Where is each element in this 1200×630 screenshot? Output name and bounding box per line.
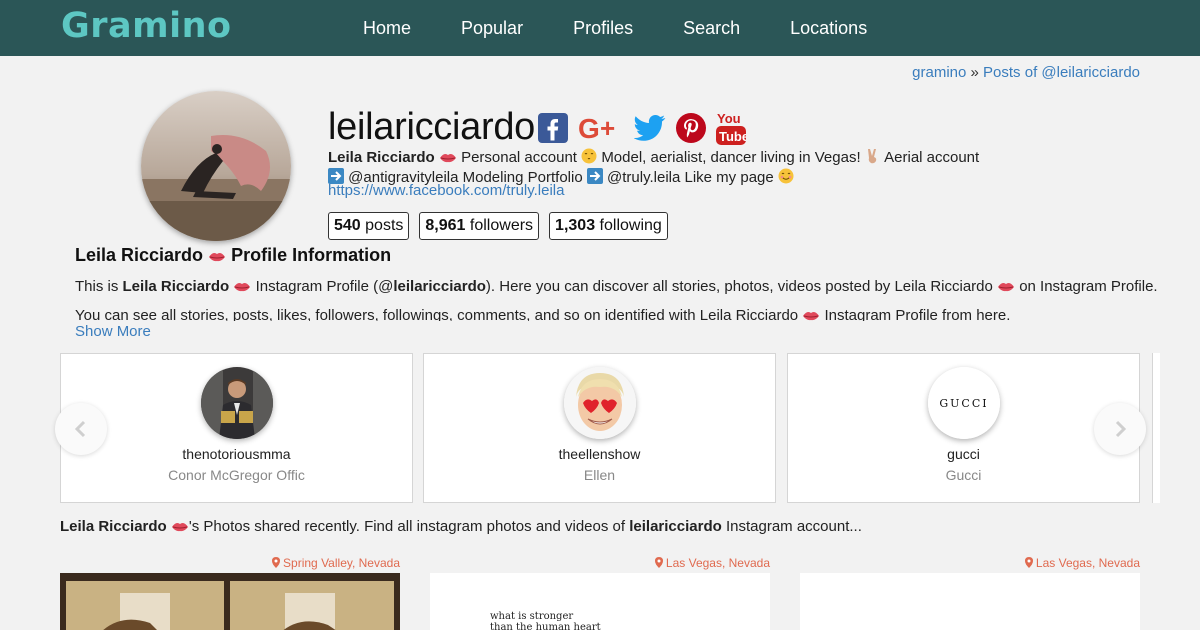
bio-text-1b: Model, aerialist, dancer living in Vegas… [601,149,861,166]
carousel-next-button[interactable] [1094,403,1146,455]
smiling-face-emoji-icon [778,168,794,188]
profile-card[interactable]: theellenshow Ellen [423,353,776,503]
bio-text-2b: @truly.leila Like my page [607,169,774,186]
nav-search[interactable]: Search [683,18,740,39]
lips-emoji-icon [802,309,820,321]
photo-location-link[interactable]: Spring Valley, Nevada [60,556,400,570]
profile-card-handle[interactable]: thenotoriousmma [61,446,412,462]
nav-locations[interactable]: Locations [790,18,867,39]
nav-popular[interactable]: Popular [461,18,523,39]
profile-card-handle[interactable]: gucci [788,446,1139,462]
lips-emoji-icon [439,151,457,168]
nav-profiles[interactable]: Profiles [573,18,633,39]
right-arrow-emoji-icon [586,168,603,188]
victory-hand-emoji-icon [865,148,881,168]
avatar-image [141,91,291,241]
profile-card-partial[interactable] [1152,353,1160,503]
svg-text:+: + [600,113,615,143]
photo-thumbnail[interactable] [800,573,1140,630]
profile-info-title: Leila Ricciardo Profile Information [75,245,391,268]
profile-username: leilaricciardo [328,106,535,148]
google-plus-icon[interactable]: G + [578,113,624,143]
profile-card[interactable]: GUCCI gucci Gucci [787,353,1140,503]
top-navbar: Gramino Home Popular Profiles Search Loc… [0,0,1200,56]
svg-text:You: You [717,111,741,126]
photo-location-link[interactable]: Las Vegas, Nevada [430,556,770,570]
pinterest-icon[interactable] [676,113,706,143]
photo-thumbnail[interactable] [60,573,400,630]
breadcrumb-separator: » [970,64,979,81]
profile-stats: 540 posts 8,961 followers 1,303 followin… [328,212,678,240]
chevron-right-icon [1115,420,1127,438]
svg-text:Tube: Tube [719,129,746,144]
profile-info-paragraph-2: You can see all stories, posts, likes, f… [75,307,1010,321]
kissing-face-emoji-icon [581,148,597,168]
bio-text-1a: Personal account [461,149,577,166]
bio-text-1c: Aerial account [884,149,980,166]
suggested-profiles-carousel: thenotoriousmma Conor McGregor Offic the… [60,353,1160,503]
photo-location-link[interactable]: Las Vegas, Nevada [800,556,1140,570]
chevron-left-icon [74,420,86,438]
twitter-icon[interactable] [634,114,666,142]
facebook-icon[interactable] [538,113,568,143]
gucci-logo: GUCCI [927,367,1000,439]
posts-count[interactable]: 540 posts [328,212,410,240]
lips-emoji-icon [208,247,226,268]
main-nav: Home Popular Profiles Search Locations [363,0,917,56]
social-links: G + You Tube [538,110,756,146]
breadcrumb-current[interactable]: Posts of @leilaricciardo [983,64,1140,81]
show-more-link[interactable]: Show More [75,323,151,340]
profile-avatar[interactable] [141,91,291,241]
photo-caption-line: than the human heart [490,622,601,630]
breadcrumb: gramino » Posts of @leilaricciardo [912,64,1140,81]
carousel-prev-button[interactable] [55,403,107,455]
profile-card-handle[interactable]: theellenshow [424,446,775,462]
breadcrumb-home[interactable]: gramino [912,64,966,81]
site-logo[interactable]: Gramino [61,6,232,46]
followers-count[interactable]: 8,961 followers [419,212,540,240]
profile-info-paragraph-1: This is Leila Ricciardo Instagram Profil… [75,278,1158,297]
lips-emoji-icon [233,280,251,297]
profile-card-avatar: GUCCI [927,367,1000,439]
lips-emoji-icon [997,280,1015,297]
profile-card[interactable]: thenotoriousmma Conor McGregor Offic [60,353,413,503]
photo-caption-line: what is stronger [490,611,574,622]
recent-photos-intro: Leila Ricciardo 's Photos shared recentl… [60,518,862,537]
profile-card-name: Conor McGregor Offic [168,467,305,483]
following-count[interactable]: 1,303 following [549,212,668,240]
svg-text:GUCCI: GUCCI [939,397,988,410]
profile-card-avatar [563,367,636,439]
profile-website-link[interactable]: https://www.facebook.com/truly.leila [328,182,564,199]
svg-text:G: G [578,113,600,143]
profile-card-name: Gucci [945,467,982,483]
youtube-icon[interactable]: You Tube [716,110,746,146]
profile-card-name: Ellen [583,467,616,483]
photo-thumbnail[interactable]: what is stronger than the human heart [430,573,770,630]
profile-card-avatar [200,367,273,439]
bio-name: Leila Ricciardo [328,149,435,166]
lips-emoji-icon [171,520,189,537]
map-marker-icon [654,557,663,568]
map-marker-icon [271,557,280,568]
nav-home[interactable]: Home [363,18,411,39]
map-marker-icon [1024,557,1033,568]
